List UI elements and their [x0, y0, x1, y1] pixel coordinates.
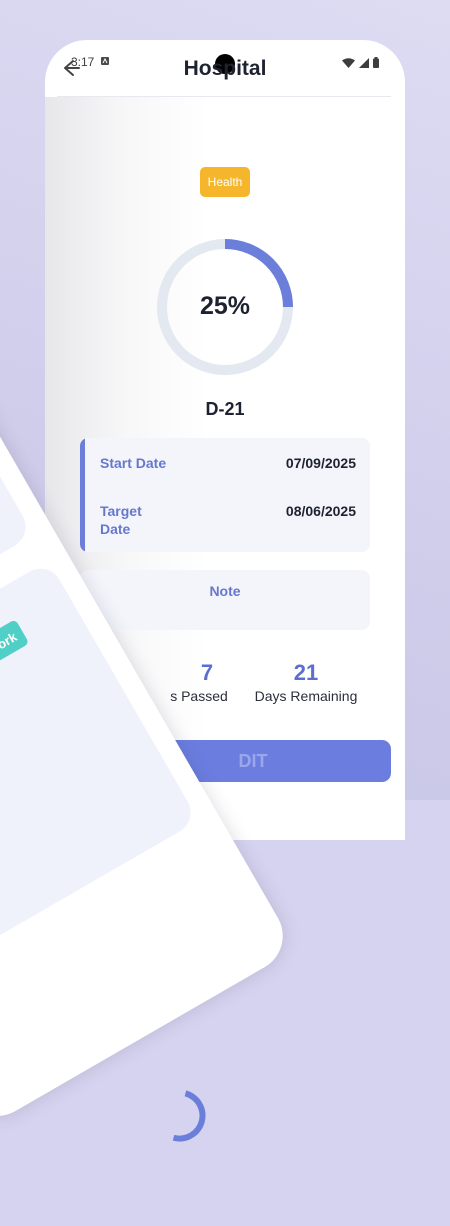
- dates-card: Start Date 07/09/2025 Target Date 08/06/…: [80, 438, 370, 552]
- work-badge: Work: [0, 619, 30, 668]
- days-passed-label: s Passed: [170, 688, 228, 704]
- progress-percent: 25%: [199, 292, 251, 320]
- days-remaining-value: 21: [293, 660, 319, 685]
- target-date-label: Target Date: [100, 503, 142, 537]
- page-title: Hospital: [183, 57, 267, 80]
- start-date-label: Start Date: [100, 455, 167, 471]
- note-label: Note: [209, 583, 241, 599]
- start-date-value: 07/09/2025: [285, 455, 356, 471]
- target-date-value: 08/06/2025: [285, 503, 356, 519]
- dates-card-accent: [80, 438, 85, 552]
- header-divider: [57, 96, 391, 97]
- category-badge: Health: [200, 167, 250, 197]
- days-passed-value: 7: [200, 660, 214, 685]
- days-remaining-label: Days Remaining: [254, 688, 358, 704]
- overlay-progress-ring: [144, 1080, 216, 1152]
- d-day-counter: D-21: [205, 399, 245, 419]
- note-card[interactable]: Note: [80, 570, 370, 630]
